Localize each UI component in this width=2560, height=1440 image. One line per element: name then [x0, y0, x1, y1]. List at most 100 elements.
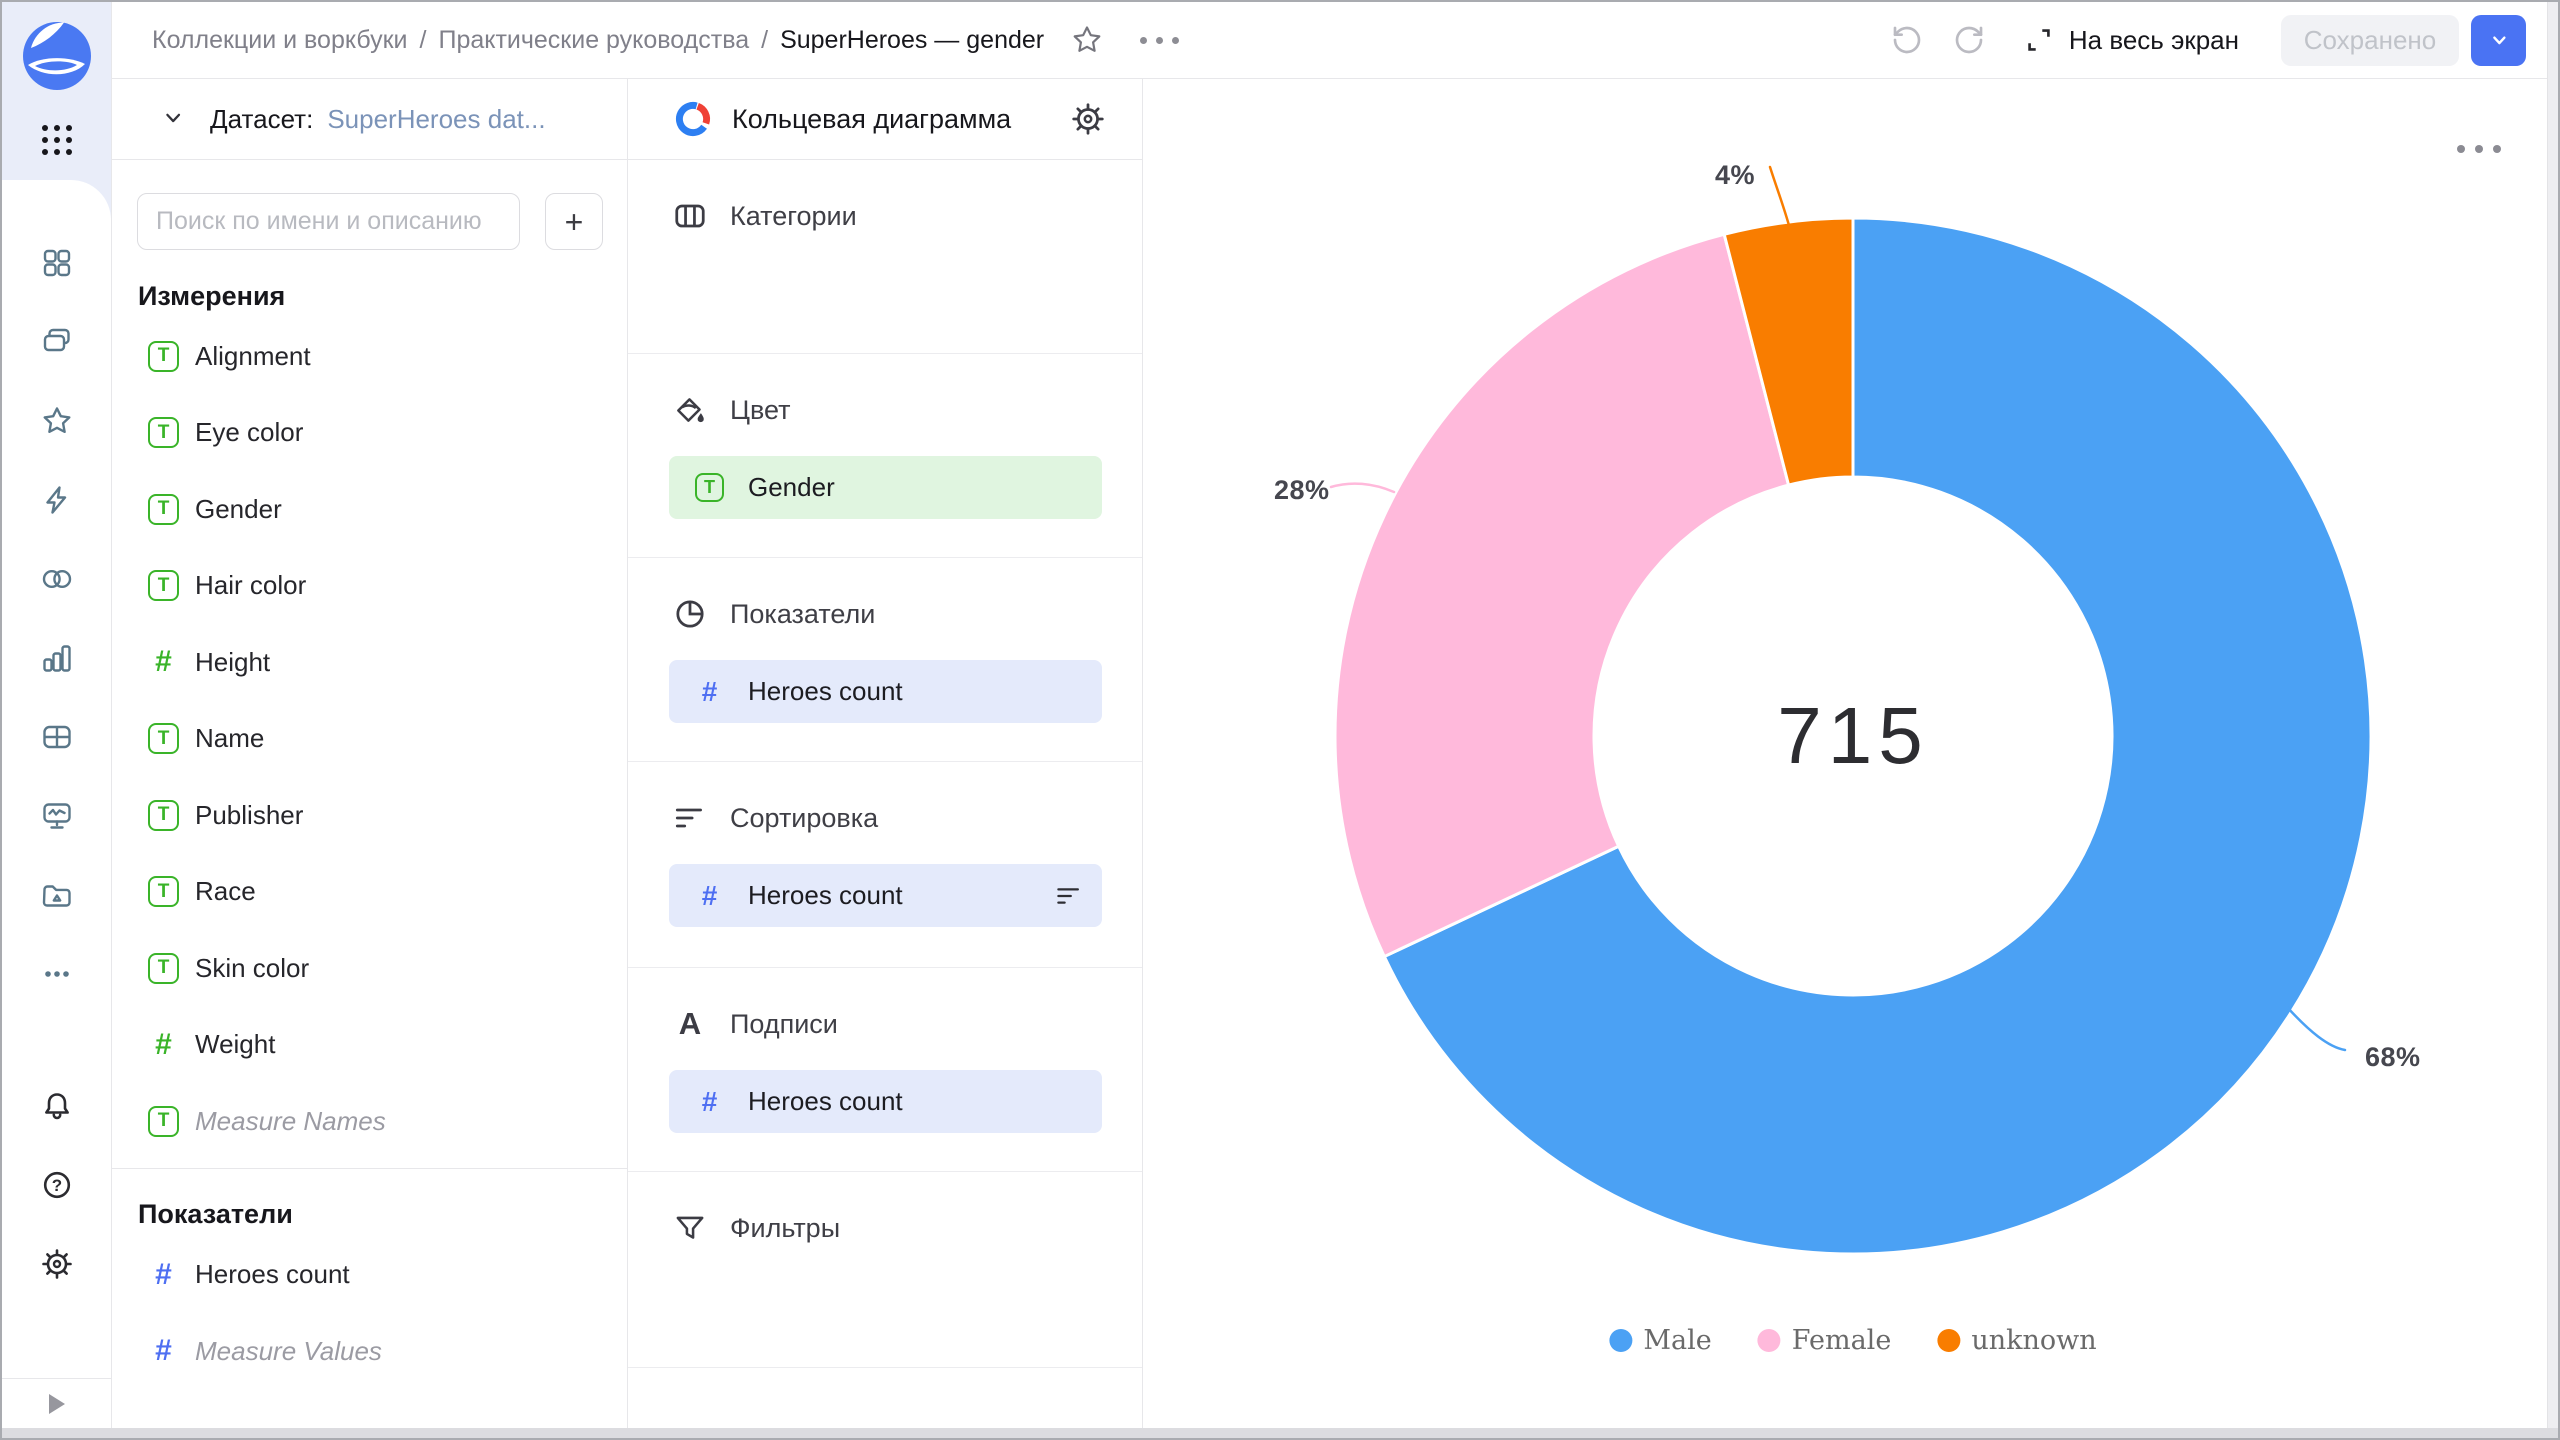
- field-publisher[interactable]: TPublisher: [112, 777, 627, 854]
- field-gender[interactable]: TGender: [112, 471, 627, 548]
- field-measure-values[interactable]: # Measure Values: [112, 1313, 627, 1390]
- saved-button[interactable]: Сохранено: [2281, 15, 2459, 66]
- labels-field-chip[interactable]: # Heroes count: [669, 1070, 1102, 1133]
- rail-item-collections[interactable]: [40, 325, 74, 359]
- field-heroes-count[interactable]: #Heroes count: [112, 1237, 627, 1314]
- chip-label: Gender: [748, 472, 835, 503]
- field-measure-names[interactable]: TMeasure Names: [112, 1083, 627, 1160]
- field-hair-color[interactable]: THair color: [112, 548, 627, 625]
- number-field-icon: #: [695, 881, 724, 910]
- fullscreen-icon[interactable]: [2023, 24, 2055, 56]
- folder-media-icon: [40, 878, 74, 912]
- chart-config-panel: Кольцевая диаграмма Категории Цвет T: [628, 79, 1143, 1440]
- measures-field-chip[interactable]: # Heroes count: [669, 660, 1102, 723]
- chart-canvas: 68% 28% 4% 715 Male Female unknown: [1143, 79, 2560, 1440]
- field-name: Skin color: [195, 953, 309, 984]
- funnel-icon: [672, 1210, 708, 1246]
- rail-item-datasets[interactable]: [40, 720, 74, 754]
- sorting-label: Сортировка: [730, 803, 878, 834]
- more-dots-icon: [40, 957, 74, 991]
- rail-item-storage[interactable]: [40, 878, 74, 912]
- field-name: Measure Values: [195, 1336, 382, 1367]
- section-filters[interactable]: Фильтры: [628, 1172, 1142, 1368]
- legend-dot-female: [1758, 1329, 1781, 1352]
- rail-collapse-button[interactable]: [2, 1378, 111, 1428]
- dimensions-list: TAlignmentTEye colorTGenderTHair color#H…: [112, 318, 627, 1160]
- rail-item-settings[interactable]: [40, 1247, 74, 1281]
- breadcrumb-guides[interactable]: Практические руководства: [438, 26, 749, 55]
- rail-item-grid[interactable]: [40, 246, 74, 280]
- more-menu-button[interactable]: [1134, 31, 1185, 50]
- chevron-down-icon: [160, 105, 188, 133]
- redo-icon: [1953, 24, 1985, 56]
- undo-button[interactable]: [1891, 24, 1923, 56]
- number-field-icon: #: [148, 1336, 179, 1367]
- rail-item-charts[interactable]: [40, 641, 74, 675]
- rail-item-connections[interactable]: [40, 562, 74, 596]
- field-eye-color[interactable]: TEye color: [112, 395, 627, 472]
- circles-icon: [40, 562, 74, 596]
- legend-item-female[interactable]: Female: [1758, 1325, 1892, 1356]
- folders-icon: [40, 325, 74, 359]
- dataset-collapse-button[interactable]: [160, 105, 188, 133]
- section-labels[interactable]: A Подписи # Heroes count: [628, 968, 1142, 1172]
- rail-item-notifications[interactable]: [40, 1089, 74, 1123]
- section-color[interactable]: Цвет T Gender: [628, 354, 1142, 558]
- gear-icon: [1070, 101, 1106, 137]
- section-sorting[interactable]: Сортировка # Heroes count: [628, 762, 1142, 968]
- paint-bucket-icon: [672, 392, 708, 428]
- slice-label-unknown: 4%: [1715, 160, 1755, 191]
- legend-dot-unknown: [1937, 1329, 1960, 1352]
- number-field-icon: #: [695, 1087, 724, 1116]
- section-categories[interactable]: Категории: [628, 160, 1142, 354]
- breadcrumb-collections[interactable]: Коллекции и воркбуки: [152, 26, 408, 55]
- rail-item-dashboards[interactable]: [40, 799, 74, 833]
- color-field-chip[interactable]: T Gender: [669, 456, 1102, 519]
- datalens-logo[interactable]: [22, 21, 92, 91]
- field-height[interactable]: #Height: [112, 624, 627, 701]
- field-race[interactable]: TRace: [112, 854, 627, 931]
- redo-button[interactable]: [1953, 24, 1985, 56]
- rail-item-more[interactable]: [40, 957, 74, 991]
- dimensions-title: Измерения: [112, 274, 627, 318]
- field-name[interactable]: TName: [112, 701, 627, 778]
- search-input[interactable]: [137, 193, 520, 250]
- legend-label: unknown: [1971, 1325, 2096, 1356]
- rail-item-help[interactable]: ?: [40, 1168, 74, 1202]
- add-field-button[interactable]: +: [545, 193, 603, 250]
- legend-item-unknown[interactable]: unknown: [1937, 1325, 2096, 1356]
- rail-item-quick[interactable]: [40, 483, 74, 517]
- measures-label: Показатели: [730, 599, 875, 630]
- rail-item-favorites[interactable]: [40, 404, 74, 438]
- chart-type-label[interactable]: Кольцевая диаграмма: [732, 104, 1011, 135]
- fullscreen-label[interactable]: На весь экран: [2069, 25, 2239, 56]
- dataset-link[interactable]: SuperHeroes dat...: [327, 104, 545, 135]
- sorting-field-chip[interactable]: # Heroes count: [669, 864, 1102, 927]
- measures-title: Показатели: [112, 1193, 627, 1237]
- string-field-icon: T: [695, 473, 724, 502]
- table-grid-icon: [40, 720, 74, 754]
- vertical-scrollbar[interactable]: [2547, 2, 2558, 1438]
- donut-slice-female[interactable]: [1335, 234, 1789, 956]
- save-dropdown-button[interactable]: [2471, 15, 2526, 66]
- breadcrumb-current: SuperHeroes — gender: [780, 26, 1044, 55]
- apps-grid-icon[interactable]: [39, 122, 75, 158]
- legend-item-male[interactable]: Male: [1609, 1325, 1711, 1356]
- section-measures[interactable]: Показатели # Heroes count: [628, 558, 1142, 762]
- sort-order-icon[interactable]: [1054, 881, 1084, 911]
- grid-squares-icon: [40, 246, 74, 280]
- field-skin-color[interactable]: TSkin color: [112, 930, 627, 1007]
- string-field-icon: T: [148, 723, 179, 754]
- horizontal-scrollbar[interactable]: [2, 1428, 2558, 1438]
- help-icon: ?: [40, 1168, 74, 1202]
- labels-label: Подписи: [730, 1009, 838, 1040]
- field-weight[interactable]: #Weight: [112, 1007, 627, 1084]
- donut-chart-type-icon[interactable]: [672, 98, 714, 140]
- slice-label-male: 68%: [2365, 1042, 2421, 1073]
- gear-icon: [40, 1247, 74, 1281]
- string-field-icon: T: [148, 570, 179, 601]
- favorite-star-button[interactable]: [1070, 23, 1104, 57]
- field-alignment[interactable]: TAlignment: [112, 318, 627, 395]
- star-icon: [1070, 23, 1104, 57]
- chart-settings-button[interactable]: [1070, 101, 1106, 137]
